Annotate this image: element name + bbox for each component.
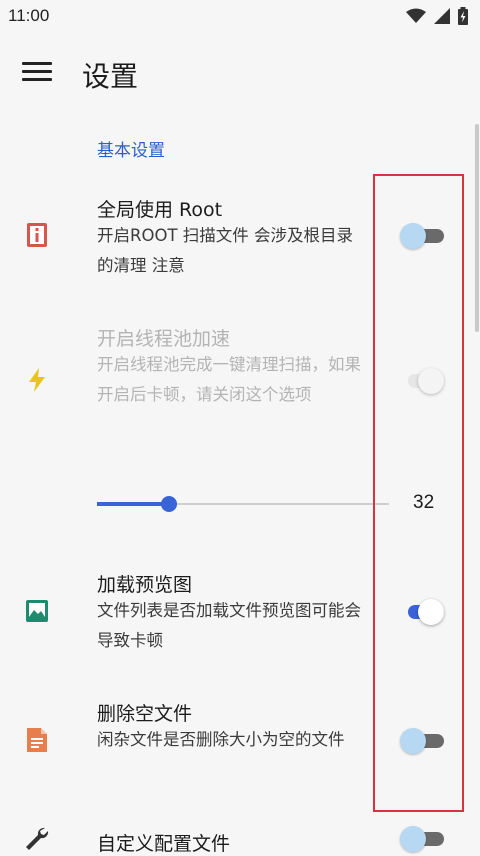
status-icons bbox=[406, 7, 468, 25]
thread-count-slider[interactable] bbox=[97, 494, 389, 514]
image-icon bbox=[26, 600, 48, 622]
slider-thumb[interactable] bbox=[160, 496, 177, 512]
menu-icon[interactable] bbox=[22, 62, 52, 88]
slider-fill bbox=[97, 502, 169, 506]
status-bar: 11:00 bbox=[0, 0, 480, 34]
setting-title: 加载预览图 bbox=[97, 574, 193, 596]
setting-summary: 闲杂文件是否删除大小为空的文件 bbox=[97, 730, 345, 749]
setting-title: 开启线程池加速 bbox=[97, 328, 231, 350]
page-title: 设置 bbox=[82, 60, 139, 93]
wrench-icon bbox=[26, 827, 49, 850]
scrollbar[interactable] bbox=[475, 124, 479, 332]
section-header-basic: 基本设置 bbox=[97, 141, 165, 161]
document-icon bbox=[27, 728, 47, 752]
wifi-icon bbox=[406, 8, 426, 23]
highlight-annotation-box bbox=[373, 174, 464, 812]
battery-charging-icon bbox=[458, 7, 468, 25]
status-time: 11:00 bbox=[8, 6, 50, 25]
app-bar: 设置 bbox=[0, 34, 480, 118]
setting-summary: 开启ROOT 扫描文件 会涉及根目录的清理 注意 bbox=[97, 226, 354, 275]
setting-summary: 文件列表是否加载文件预览图可能会导致卡顿 bbox=[97, 601, 361, 650]
root-info-icon bbox=[27, 223, 47, 247]
custom-config-switch[interactable] bbox=[400, 824, 444, 854]
setting-title: 删除空文件 bbox=[97, 703, 193, 725]
setting-summary: 开启线程池完成一键清理扫描，如果开启后卡顿，请关闭这个选项 bbox=[97, 355, 361, 404]
signal-icon bbox=[434, 8, 450, 24]
lightning-icon bbox=[29, 368, 45, 392]
setting-title: 全局使用 Root bbox=[97, 199, 223, 221]
